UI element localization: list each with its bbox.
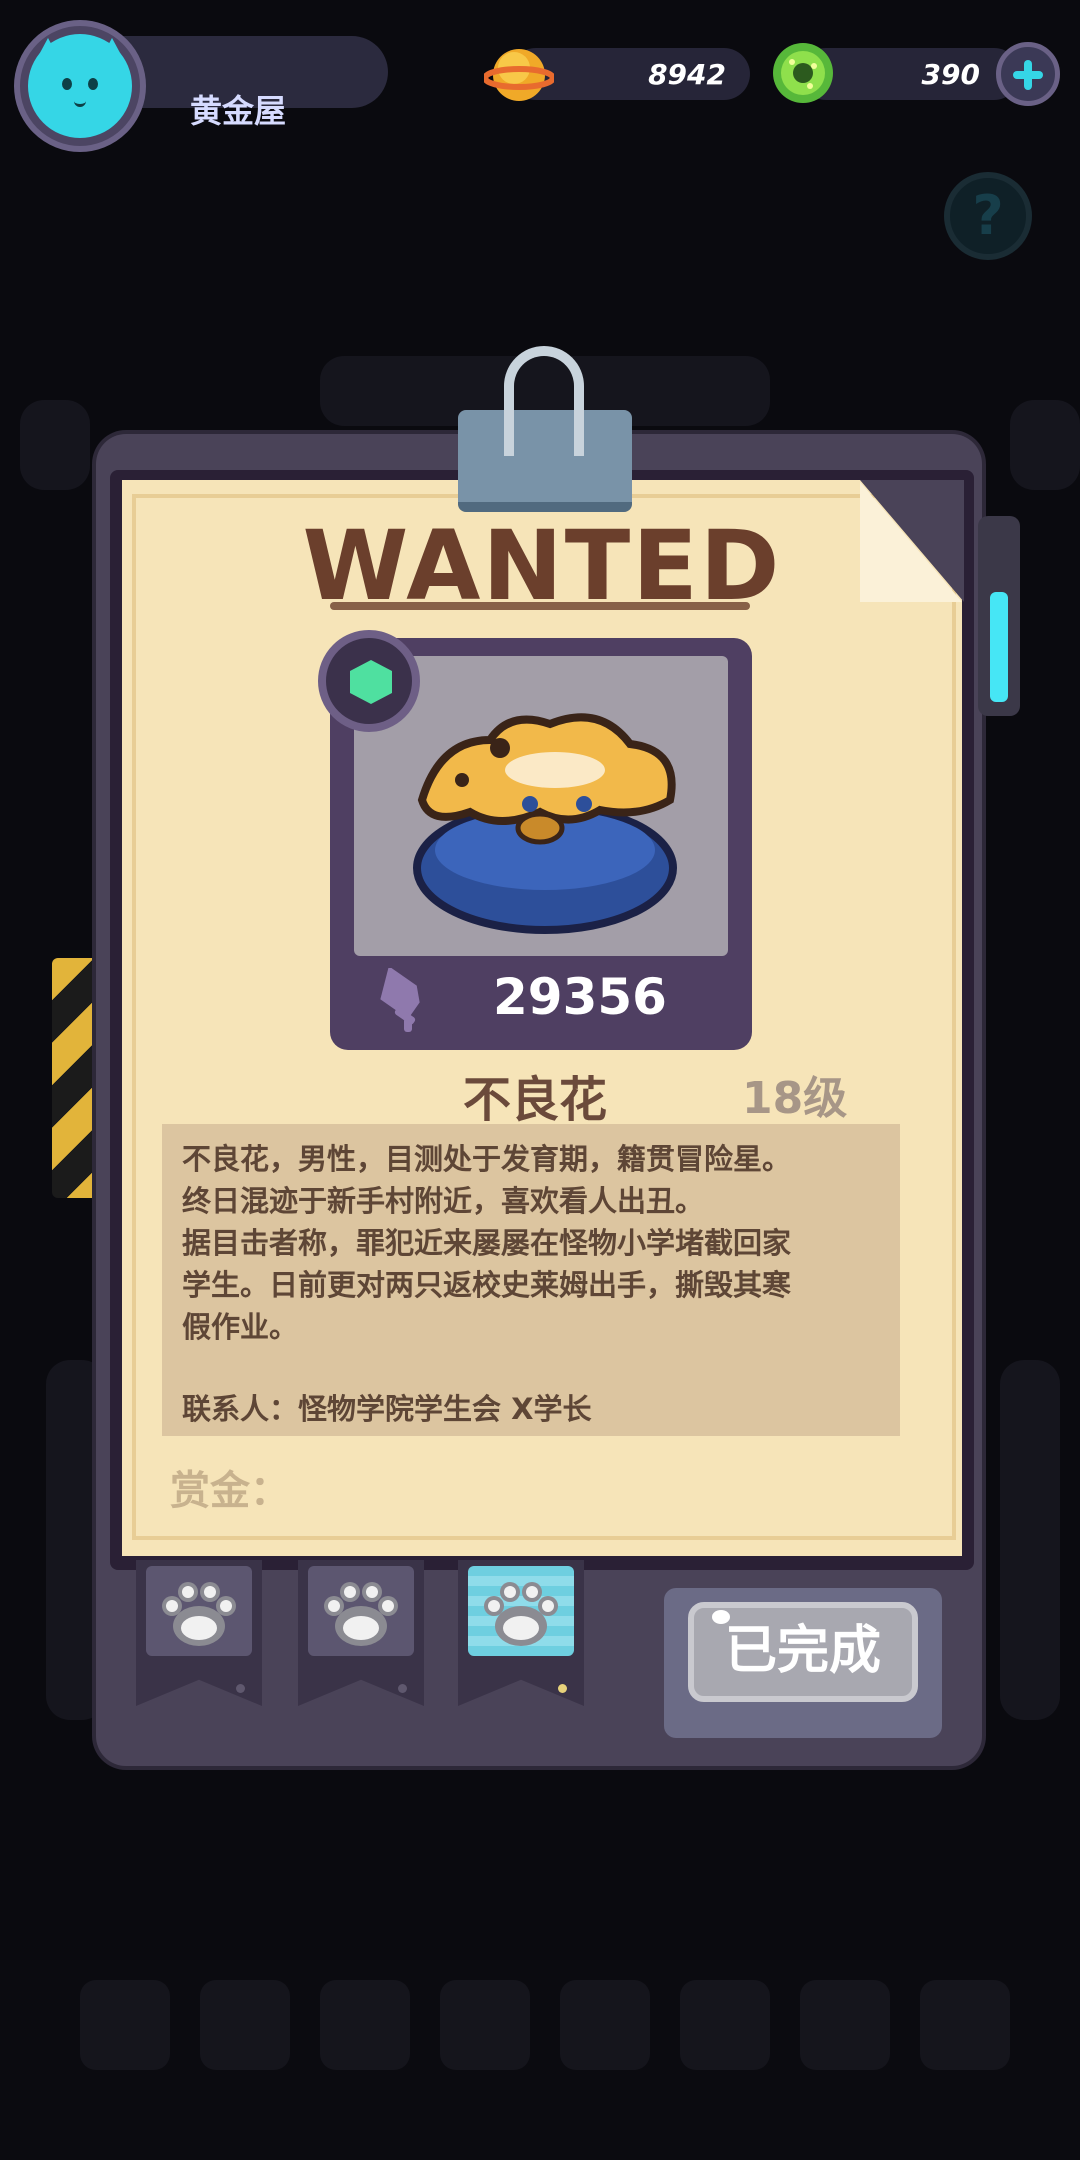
rank-badge [318,630,420,732]
nav-item-bg [680,1980,770,2070]
tab-indicator-dot [236,1684,245,1693]
description-line: 据目击者称，罪犯近来屡屡在怪物小学堵截回家 [182,1226,792,1260]
paw-icon [484,1582,558,1646]
nav-item-bg [560,1980,650,2070]
contact-line: 联系人：怪物学院学生会 X学长 [182,1392,592,1426]
nav-item-bg [80,1980,170,2070]
planet-coin-icon [484,49,554,101]
nav-item-bg [320,1980,410,2070]
tube-glow [990,592,1008,702]
paw-icon [162,1582,236,1646]
binder-clip-handle [504,346,584,456]
button-gloss [712,1610,730,1624]
avatar-ear-left [34,38,62,64]
avatar-ear-right [98,38,126,64]
hexagon-gem-icon [350,660,392,704]
tab-indicator-dot [558,1684,567,1693]
description-line: 终日混迹于新手村附近，喜欢看人出丑。 [182,1184,705,1218]
reward-label: 赏金： [170,1468,290,1514]
description-box: 不良花，男性，目测处于发育期，籍贯冒险星。 终日混迹于新手村附近，喜欢看人出丑。… [162,1124,900,1436]
avatar-eye-left [62,78,72,90]
add-currency-button[interactable] [996,42,1060,106]
background-lamp-right [1010,400,1080,490]
paw-icon [324,1582,398,1646]
energy-tube-decor [978,516,1020,716]
title-underline [330,602,750,610]
power-value: 29356 [493,968,667,1026]
nav-item-bg [800,1980,890,2070]
plus-icon-v [1024,60,1032,90]
bounty-tab-2[interactable] [298,1560,424,1706]
donut-gem-icon [773,43,833,103]
description-line: 假作业。 [182,1310,299,1344]
avatar-mouth [74,98,86,107]
background-pillar-right [1000,1360,1060,1720]
nav-item-bg [200,1980,290,2070]
avatar[interactable] [28,34,132,138]
tab-indicator-dot [398,1684,407,1693]
bounty-tab-1[interactable] [136,1560,262,1706]
background-lamp-left [20,400,90,490]
nav-item-bg [440,1980,530,2070]
coin-value: 8942 [648,58,726,91]
avatar-eye-right [88,78,98,90]
monster-name: 不良花 [462,1072,607,1128]
bounty-tab-3[interactable] [458,1560,584,1706]
background-bottom-nav [0,1960,1080,2160]
help-button[interactable]: ? [944,172,1032,260]
description-line: 不良花，男性，目测处于发育期，籍贯冒险星。 [182,1142,792,1176]
player-name: 黄金屋 [190,92,287,130]
monster-level: 18级 [742,1073,848,1124]
description-line: 学生。日前更对两只返校史莱姆出手，撕毁其寒 [182,1268,792,1302]
hazard-stripe-decor [52,958,98,1198]
nav-item-bg [920,1980,1010,2070]
sword-power-icon [380,968,420,1032]
monster-portrait [413,713,677,934]
gem-value: 390 [921,58,980,91]
top-bar: 黄金屋 8942 390 [0,0,1080,152]
